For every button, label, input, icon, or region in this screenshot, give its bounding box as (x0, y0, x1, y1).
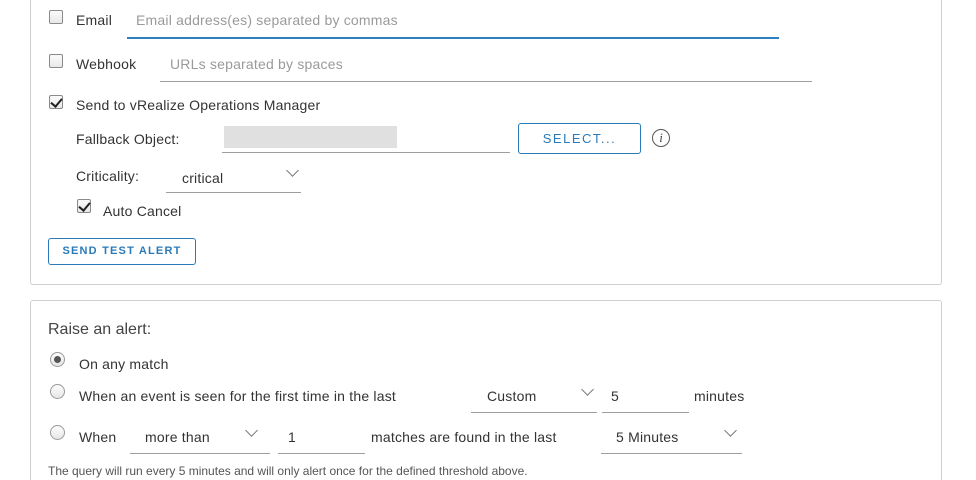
info-icon[interactable]: i (652, 129, 670, 147)
webhook-label: Webhook (76, 56, 137, 72)
send-test-alert-button[interactable]: SEND TEST ALERT (48, 238, 196, 265)
criticality-label: Criticality: (76, 168, 140, 184)
webhook-checkbox[interactable] (49, 54, 63, 68)
fallback-object-label: Fallback Object: (76, 131, 180, 147)
criticality-select[interactable]: critical (182, 170, 223, 186)
webhook-field[interactable]: URLs separated by spaces (170, 56, 343, 72)
first-time-radio[interactable] (50, 384, 65, 399)
email-label: Email (76, 12, 113, 28)
threshold-count-underline (278, 453, 365, 454)
email-field-underline (127, 37, 779, 39)
vrops-label: Send to vRealize Operations Manager (76, 97, 321, 113)
auto-cancel-label: Auto Cancel (103, 203, 182, 219)
vrops-checkbox[interactable] (49, 95, 63, 109)
raise-alert-title: Raise an alert: (48, 321, 152, 338)
auto-cancel-checkbox[interactable] (77, 199, 91, 213)
threshold-middle-label: matches are found in the last (371, 429, 557, 445)
threshold-comparator-underline (130, 453, 270, 454)
criticality-underline (166, 192, 301, 193)
first-time-unit-label: minutes (694, 388, 745, 404)
first-time-period-select[interactable]: Custom (487, 388, 536, 404)
query-note: The query will run every 5 minutes and w… (48, 464, 528, 478)
webhook-field-underline (160, 81, 812, 82)
select-object-button[interactable]: SELECT... (518, 123, 641, 154)
any-match-radio[interactable] (50, 352, 65, 367)
threshold-radio[interactable] (50, 425, 65, 440)
email-field[interactable]: Email address(es) separated by commas (136, 12, 398, 28)
fallback-object-underline (222, 152, 510, 153)
threshold-count-input[interactable]: 1 (288, 429, 296, 445)
threshold-window-underline (601, 453, 742, 454)
first-time-period-underline (471, 412, 597, 413)
any-match-label: On any match (79, 356, 169, 372)
email-checkbox[interactable] (49, 10, 63, 24)
first-time-amount-underline (602, 412, 689, 413)
threshold-comparator-select[interactable]: more than (145, 429, 210, 445)
fallback-object-field[interactable] (224, 126, 397, 148)
threshold-when-label: When (79, 429, 117, 445)
first-time-amount-input[interactable]: 5 (611, 388, 619, 404)
threshold-window-select[interactable]: 5 Minutes (616, 429, 679, 445)
first-time-label: When an event is seen for the first time… (79, 388, 396, 404)
